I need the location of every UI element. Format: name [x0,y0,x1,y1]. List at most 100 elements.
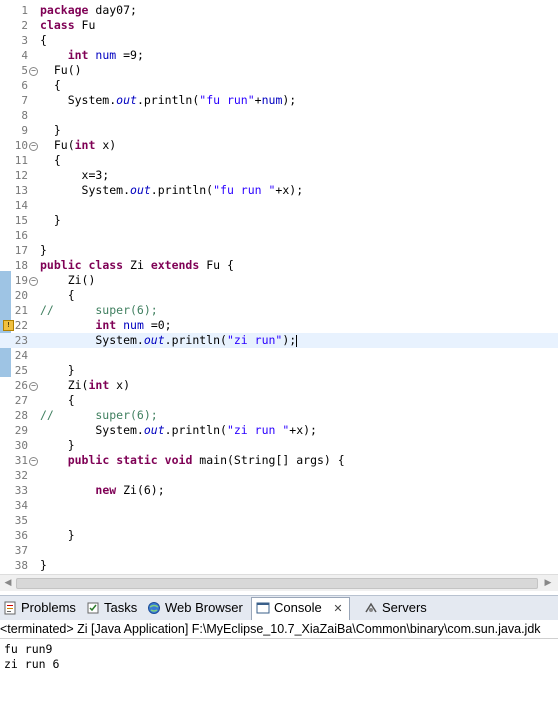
code-line[interactable]: 3{ [0,33,558,48]
code-text: } [40,528,75,542]
code-line[interactable]: 14 [0,198,558,213]
code-line[interactable]: 33 new Zi(6); [0,483,558,498]
code-line[interactable]: 32 [0,468,558,483]
code-line[interactable]: 5− Fu() [0,63,558,78]
tab-tasks[interactable]: Tasks [86,598,137,618]
horizontal-scrollbar[interactable]: ◀ ▶ [0,574,558,591]
tab-problems[interactable]: Problems [3,598,76,618]
code-line[interactable]: 2 class Fu [0,18,558,33]
line-number: 26 [14,379,28,392]
code-text: int num =9; [67,48,144,62]
fold-toggle-icon[interactable]: − [29,277,38,286]
line-number: 27 [14,394,28,407]
code-text: Fu(int x) [40,138,117,152]
code-line[interactable]: 17} [0,243,558,258]
console-view[interactable]: <terminated> Zi [Java Application] F:\My… [0,620,558,701]
code-line[interactable]: 31− public static void main(String[] arg… [0,453,558,468]
code-text: class Fu [40,18,96,32]
code-line[interactable]: 29 System.out.println("zi run "+x); [0,423,558,438]
code-line[interactable]: 38} [0,558,558,573]
console-process-label: <terminated> Zi [Java Application] F:\My… [0,620,558,639]
console-icon [256,602,270,614]
tab-console[interactable]: Console ✕ [251,597,350,620]
code-line[interactable]: 12 x=3; [0,168,558,183]
line-number: 33 [14,484,28,497]
code-editor[interactable]: 1 package day07; 2 class Fu 3{4 int num =9; 5… [0,0,558,574]
scroll-right-icon[interactable]: ▶ [542,577,554,589]
code-line[interactable]: 27 { [0,393,558,408]
close-icon[interactable]: ✕ [333,603,342,615]
code-line[interactable]: 10− Fu(int x) [0,138,558,153]
scroll-left-icon[interactable]: ◀ [2,577,14,589]
fold-toggle-icon[interactable]: − [29,457,38,466]
line-number: 7 [21,94,28,107]
code-line[interactable]: 35 [0,513,558,528]
line-number: 22 [14,319,28,332]
code-line[interactable]: 8 [0,108,558,123]
console-output[interactable]: fu run9 zi run 6 [4,642,59,672]
line-number: 36 [14,529,28,542]
code-line[interactable]: 4 int num =9; [0,48,558,63]
code-line[interactable]: ! 22 int num =0; [0,318,558,333]
code-line[interactable]: 11 { [0,153,558,168]
code-line[interactable]: 7 System.out.println("fu run"+num); [0,93,558,108]
servers-icon [365,602,377,612]
code-line[interactable]: 26− Zi(int x) [0,378,558,393]
line-number: 5 [21,64,28,77]
code-line[interactable]: 23 System.out.println("zi run"); [0,333,558,348]
line-number: 18 [14,259,28,272]
code-text: // super(6); [40,303,158,317]
code-line[interactable]: 1 package day07; [0,3,558,18]
code-lines[interactable]: 1 package day07; 2 class Fu 3{4 int num =9; 5… [0,3,558,573]
code-text: System.out.println("fu run"+num); [40,93,297,107]
tasks-icon [87,602,99,614]
line-number: 29 [14,424,28,437]
code-line[interactable]: 18 public class Zi extends Fu { [0,258,558,273]
fold-toggle-icon[interactable]: − [29,67,38,76]
code-line[interactable]: 25 } [0,363,558,378]
code-text: } [40,243,47,257]
line-number: 24 [14,349,28,362]
tab-web-browser[interactable]: Web Browser [147,598,243,618]
code-text: public static void main(String[] args) { [67,453,345,467]
code-line[interactable]: 34 [0,498,558,513]
line-number: 11 [14,154,28,167]
code-line[interactable]: 28 // super(6); [0,408,558,423]
code-text: package day07; [40,3,137,17]
line-number: 14 [14,199,28,212]
line-number: 31 [14,454,28,467]
code-text: { [40,153,61,167]
code-text: new Zi(6); [95,483,165,497]
fold-toggle-icon[interactable]: − [29,142,38,151]
line-number: 23 [14,334,28,347]
code-line[interactable]: 13 System.out.println("fu run "+x); [0,183,558,198]
code-line[interactable]: 30 } [0,438,558,453]
code-line[interactable]: 19− Zi() [0,273,558,288]
code-line[interactable]: 21 // super(6); [0,303,558,318]
line-number: 6 [21,79,28,92]
code-line[interactable]: 36 } [0,528,558,543]
code-line[interactable]: 15 } [0,213,558,228]
line-number: 30 [14,439,28,452]
line-number: 19 [14,274,28,287]
code-line[interactable]: 37 [0,543,558,558]
scrollbar-thumb[interactable] [16,578,538,589]
code-text: { [40,78,61,92]
globe-icon [148,601,160,614]
line-number: 2 [21,19,28,32]
code-line[interactable]: 16 [0,228,558,243]
code-line[interactable]: 20 { [0,288,558,303]
line-number: 15 [14,214,28,227]
line-number: 17 [14,244,28,257]
code-text: Zi(int x) [40,378,131,392]
line-number: 28 [14,409,28,422]
code-line[interactable]: 24 [0,348,558,363]
line-number: 4 [21,49,28,62]
code-line[interactable]: 9 } [0,123,558,138]
console-output-line: fu run9 [4,642,53,656]
tab-servers[interactable]: Servers [364,598,427,618]
line-number: 16 [14,229,28,242]
code-text: { [40,33,47,47]
code-line[interactable]: 6 { [0,78,558,93]
fold-toggle-icon[interactable]: − [29,382,38,391]
